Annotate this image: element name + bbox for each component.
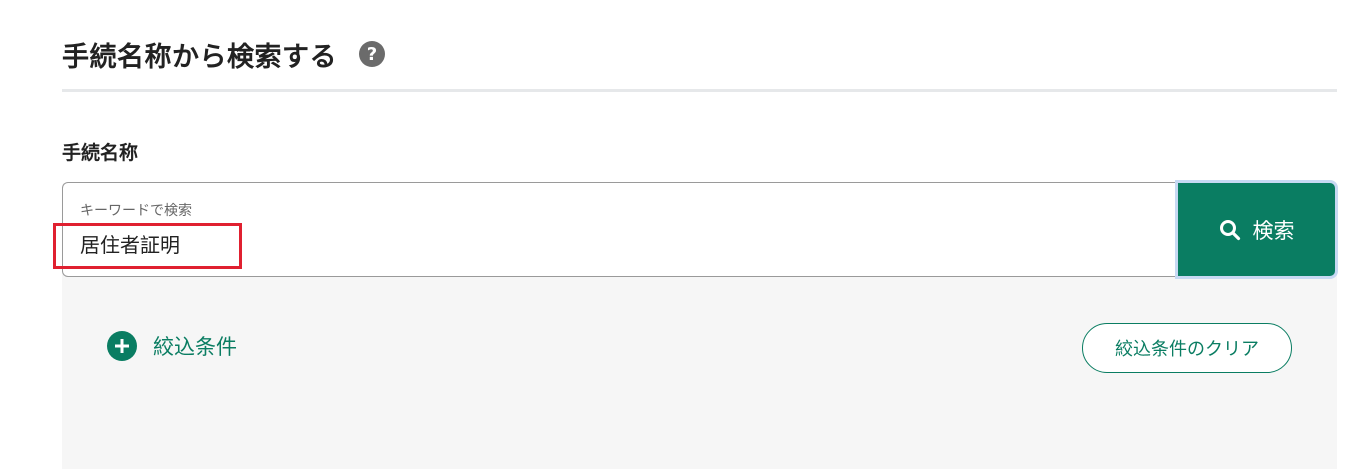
page-title: 手続名称から検索する — [62, 41, 337, 73]
search-button-label: 検索 — [1252, 218, 1295, 243]
procedure-name-label: 手続名称 — [62, 142, 139, 164]
clear-filters-button[interactable]: 絞込条件のクリア — [1082, 323, 1292, 373]
filter-toggle-label: 絞込条件 — [153, 335, 237, 359]
question-circle-icon[interactable]: ? — [359, 41, 385, 67]
search-field: キーワードで検索 — [62, 182, 1175, 277]
search-page: 手続名称から検索する ? 手続名称 キーワードで検索 検索 絞込条件 絞込条件の… — [0, 0, 1365, 469]
search-button[interactable]: 検索 — [1175, 180, 1338, 279]
plus-circle-icon — [107, 331, 137, 361]
search-input[interactable] — [80, 227, 1160, 259]
title-divider — [62, 89, 1337, 92]
search-icon — [1219, 219, 1240, 240]
search-float-label: キーワードで検索 — [80, 203, 192, 219]
filter-toggle[interactable]: 絞込条件 — [107, 331, 237, 361]
section-header: 手続名称から検索する ? — [62, 34, 385, 74]
